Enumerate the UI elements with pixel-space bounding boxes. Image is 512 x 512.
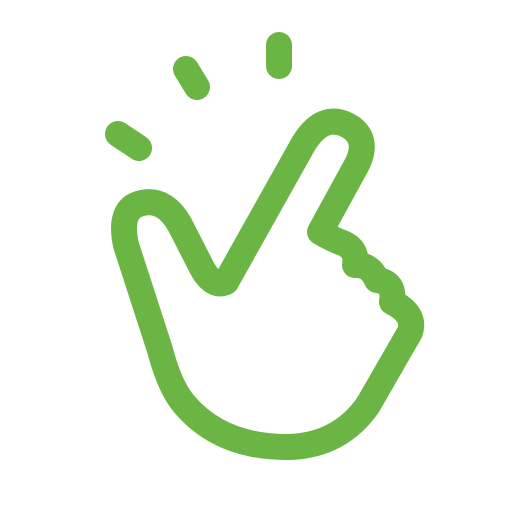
snap-line-middle	[173, 56, 210, 100]
finger-snap-icon	[105, 32, 425, 461]
snap-lines	[105, 32, 292, 161]
snap-line-left	[105, 121, 152, 161]
icon-canvas	[0, 0, 512, 512]
hand-outline	[111, 108, 425, 461]
